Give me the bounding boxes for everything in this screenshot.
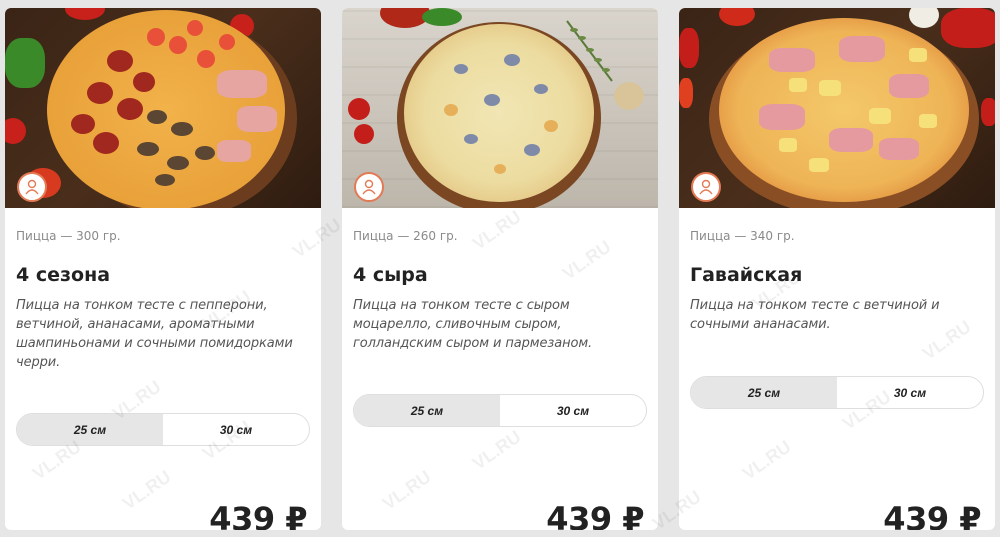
price: 439 ₽ [209,500,307,530]
size-option-25[interactable]: 25 см [17,414,163,445]
pizza-image [719,18,969,202]
pizza-photo [5,8,321,208]
size-selector: 25 см 30 см [353,394,647,427]
size-option-30[interactable]: 30 см [163,414,309,445]
price: 439 ₽ [546,500,644,530]
product-card-4-cheese[interactable]: Пицца — 260 гр. 4 сыра Пицца на тонком т… [342,8,658,530]
pepper-decoration [719,8,755,26]
chili-decoration [941,8,995,48]
pizza-title: 4 сезона [16,264,111,286]
product-card-hawaiian[interactable]: Пицца — 340 гр. Гавайская Пицца на тонко… [679,8,995,530]
tomato-decoration [679,28,699,68]
size-option-25[interactable]: 25 см [354,395,500,426]
tomato-decoration [348,98,370,120]
size-option-30[interactable]: 30 см [837,377,983,408]
pizza-image [404,24,594,202]
garlic-decoration [614,82,644,110]
chef-logo-icon [354,172,384,202]
pizza-title: 4 сыра [353,264,428,286]
size-selector: 25 см 30 см [690,376,984,409]
product-card-4-seasons[interactable]: Пицца — 300 гр. 4 сезона Пицца на тонком… [5,8,321,530]
tomato-decoration [65,8,105,20]
pizza-weight: Пицца — 260 гр. [353,229,458,243]
pizza-title: Гавайская [690,264,803,286]
pizza-description: Пицца на тонком тесте с пепперони, ветчи… [16,298,293,370]
chef-logo-icon [17,172,47,202]
garlic-decoration [909,8,939,28]
pepper-decoration [422,8,462,26]
pepper-decoration [5,38,45,88]
pizza-weight: Пицца — 340 гр. [690,229,795,243]
pizza-photo [342,8,658,208]
tomato-decoration [5,118,26,144]
pizza-photo [679,8,995,208]
chef-logo-icon [691,172,721,202]
tomato-decoration [981,98,995,126]
size-selector: 25 см 30 см [16,413,310,446]
pizza-weight: Пицца — 300 гр. [16,229,121,243]
price: 439 ₽ [883,500,981,530]
pepper-decoration [679,78,693,108]
size-option-25[interactable]: 25 см [691,377,837,408]
pizza-description: Пицца на тонком тесте с сыром моцарелло,… [353,298,593,351]
tomato-decoration [354,124,374,144]
pizza-image [47,10,285,208]
pizza-description: Пицца на тонком тесте с ветчиной и сочны… [690,298,940,332]
size-option-30[interactable]: 30 см [500,395,646,426]
